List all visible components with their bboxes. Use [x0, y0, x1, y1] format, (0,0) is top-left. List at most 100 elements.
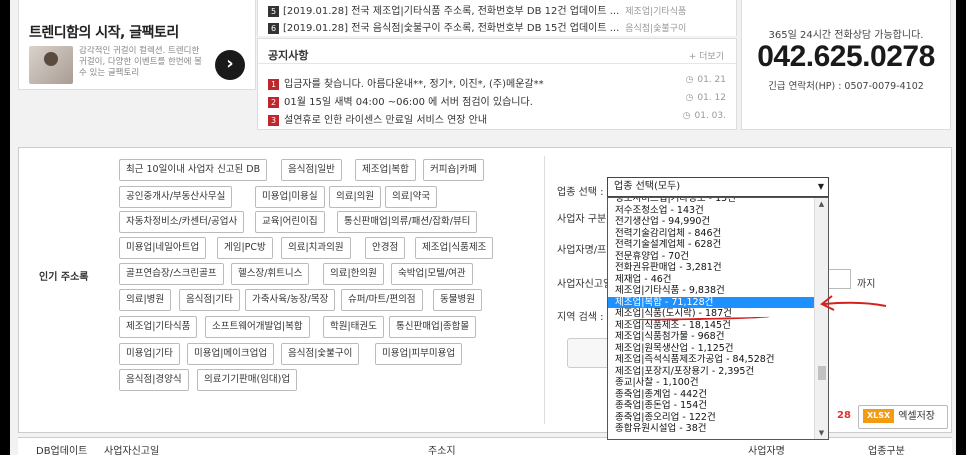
tag-button[interactable]: 의료|약국 — [385, 186, 438, 208]
notice-item[interactable]: 3 설연휴로 인한 라이센스 만료일 서비스 연장 안내 01. 03. — [268, 111, 727, 126]
phone-hours: 365일 24시간 전화상담 가능합니다. — [768, 30, 924, 41]
tag-button[interactable]: 음식점|기타 — [179, 289, 240, 311]
dropdown-option[interactable]: 전력기술감리업체 - 846건 — [608, 228, 814, 240]
tag-button[interactable]: 슈퍼/마트/편의점 — [341, 289, 423, 311]
dropdown-option[interactable]: 제조업|즉석식품제조가공업 - 84,528건 — [608, 354, 814, 366]
tag-button[interactable]: 통신판매업|의류/패션/잡화/뷰티 — [337, 211, 478, 233]
col-reg-date: 사업자신고일 — [104, 446, 160, 455]
tag-button[interactable]: 미용업|네일아트업 — [119, 237, 207, 259]
tag-button[interactable]: 의료기기판매(임대)업 — [197, 369, 298, 391]
news-text: [2019.01.28] 전국 음식점|숯불구이 주소록, 전화번호부 DB 1… — [283, 23, 620, 34]
tag-button[interactable]: 미용업|미용실 — [255, 186, 325, 208]
popular-addressbook-label: 인기 주소록 — [39, 272, 89, 283]
tag-button[interactable]: 동물병원 — [433, 289, 482, 311]
col-update: DB업데이트 — [36, 446, 88, 455]
tag-button[interactable]: 소프트웨어개발업|복합 — [205, 316, 310, 338]
result-count: 28 — [837, 410, 851, 421]
notice-more-link[interactable]: + 더보기 — [689, 49, 724, 62]
tag-button[interactable]: 제조업|식품제조 — [415, 237, 494, 259]
tag-button[interactable]: 통신판매업|종합몰 — [389, 316, 477, 338]
tag-button[interactable]: 의료|의원 — [329, 186, 382, 208]
tag-button[interactable]: 자동차정비소/카센터/공업사 — [119, 211, 245, 233]
notice-box: 공지사항 + 더보기 1 입금자를 찾습니다. 아름다운내**, 정기*, 이진*… — [257, 38, 737, 130]
news-item[interactable]: 5 [2019.01.28] 전국 제조업|기타식품 주소록, 전화번호부 DB … — [268, 2, 686, 17]
dropdown-option[interactable]: 종축업|종오리업 - 122건 — [608, 412, 814, 424]
tag-button[interactable]: 미용업|기타 — [119, 343, 180, 365]
news-category: 음식점|숯불구이 — [625, 24, 687, 34]
phone-number: 042.625.0278 — [757, 40, 935, 73]
excel-save-label: 엑셀저장 — [898, 411, 936, 422]
notice-number: 1 — [268, 78, 279, 90]
biz-type-label: 사업자 구분 — [557, 214, 607, 225]
xlsx-icon: XLSX — [863, 409, 895, 423]
dropdown-option[interactable]: 저수조청소업 - 143건 — [608, 205, 814, 217]
dropdown-option[interactable]: 종축업|종계업 - 442건 — [608, 389, 814, 401]
tag-button[interactable]: 최근 10일이내 사업자 신고된 DB — [119, 159, 268, 181]
dropdown-option[interactable]: 전기생산업 - 94,990건 — [608, 216, 814, 228]
next-arrow-icon[interactable]: › — [215, 50, 245, 80]
tag-button[interactable]: 게임|PC방 — [217, 237, 273, 259]
scrollbar-thumb[interactable] — [818, 366, 826, 380]
dropdown-option[interactable]: 제조업|식품첨가물 - 968건 — [608, 331, 814, 343]
tag-button[interactable]: 의료|치과의원 — [281, 237, 351, 259]
notice-date: 01. 03. — [683, 111, 727, 121]
panel-divider — [544, 156, 545, 424]
tag-button[interactable]: 가축사육/농장/목장 — [245, 289, 336, 311]
promo-card[interactable]: 트렌디함의 시작, 글팩토리 감각적인 귀걸이 컬렉션. 트렌디한 귀걸이, 다… — [18, 0, 256, 90]
notice-number: 2 — [268, 96, 279, 108]
dropdown-option[interactable]: 제조업|식품제조 - 18,145건 — [608, 320, 814, 332]
category-select[interactable]: 업종 선택(모두) ▼ — [607, 177, 829, 197]
biz-name-label: 사업자명/프 — [557, 245, 607, 256]
category-label: 업종 선택 : — [557, 187, 604, 198]
dropdown-option[interactable]: 전화권유판매업 - 3,281건 — [608, 262, 814, 274]
scroll-down-icon[interactable]: ▼ — [815, 427, 828, 439]
news-number: 6 — [268, 22, 279, 34]
scroll-up-icon[interactable]: ▲ — [815, 198, 828, 210]
dropdown-option[interactable]: 제조업|원목생산업 - 1,125건 — [608, 343, 814, 355]
dropdown-option[interactable]: 전문휴양업 - 70건 — [608, 251, 814, 263]
tag-button[interactable]: 안경점 — [365, 237, 406, 259]
dropdown-option[interactable]: 제조업|기타식품 - 9,838건 — [608, 285, 814, 297]
phone-contact-box: 365일 24시간 전화상담 가능합니다. 042.625.0278 긴급 연락… — [741, 0, 951, 130]
tag-button[interactable]: 음식점|일반 — [281, 159, 342, 181]
news-item[interactable]: 6 [2019.01.28] 전국 음식점|숯불구이 주소록, 전화번호부 DB … — [268, 19, 687, 34]
dropdown-option[interactable]: 제재업 - 46건 — [608, 274, 814, 286]
excel-save-button[interactable]: XLSX 엑셀저장 — [858, 405, 948, 429]
dropdown-scrollbar[interactable]: ▲ ▼ — [814, 198, 828, 439]
dropdown-option[interactable]: 전력기술설계업체 - 628건 — [608, 239, 814, 251]
col-address: 주소지 — [428, 446, 456, 455]
notice-heading: 공지사항 — [268, 49, 309, 62]
news-number: 5 — [268, 5, 279, 17]
dropdown-option[interactable]: 제조업|복합 - 71,128건 — [608, 296, 814, 308]
notice-text: 01월 15일 새벽 04:00 ~06:00 에 서버 점검이 있습니다. — [284, 97, 533, 108]
tag-button[interactable]: 제조업|기타식품 — [119, 316, 198, 338]
tag-button[interactable]: 음식점|경양식 — [119, 369, 189, 391]
notice-item[interactable]: 2 01월 15일 새벽 04:00 ~06:00 에 서버 점검이 있습니다. 0… — [268, 93, 726, 108]
tag-button[interactable]: 교육|어린이집 — [255, 211, 325, 233]
tag-button[interactable]: 공인중개사/부동산사무실 — [119, 186, 233, 208]
region-label: 지역 검색 : — [557, 312, 604, 323]
promo-description: 감각적인 귀걸이 컬렉션. 트렌디한 귀걸이, 다양한 이벤트를 한번에 볼 수… — [79, 46, 202, 78]
tag-button[interactable]: 커피숍|카페 — [423, 159, 484, 181]
tag-button[interactable]: 의료|한의원 — [323, 263, 384, 285]
tag-button[interactable]: 학원|태권도 — [323, 316, 384, 338]
tag-button[interactable]: 숙박업|모텔/여관 — [391, 263, 473, 285]
dropdown-option[interactable]: 종축업|종돈업 - 154건 — [608, 400, 814, 412]
tag-button[interactable]: 의료|병원 — [119, 289, 172, 311]
emergency-contact: 긴급 연락처(HP) : 0507-0079-4102 — [768, 81, 924, 92]
reg-date-label: 사업자신고일 — [557, 279, 613, 290]
notice-item[interactable]: 1 입금자를 찾습니다. 아름다운내**, 정기*, 이진*, (주)메운갈** 0… — [268, 75, 726, 90]
promo-title: 트렌디함의 시작, 글팩토리 — [29, 25, 179, 41]
notice-text: 입금자를 찾습니다. 아름다운내**, 정기*, 이진*, (주)메운갈** — [284, 79, 544, 90]
dropdown-option[interactable]: 정보서비스업|기타정보 - 15건 — [608, 198, 814, 205]
dropdown-option[interactable]: 종교|사찰 - 1,100건 — [608, 377, 814, 389]
tag-button[interactable]: 음식점|숯불구이 — [281, 343, 360, 365]
tag-button[interactable]: 제조업|복합 — [355, 159, 416, 181]
tag-button[interactable]: 골프연습장/스크린골프 — [119, 263, 224, 285]
dropdown-option[interactable]: 종합유원시설업 - 38건 — [608, 423, 814, 435]
red-arrow-annotation — [820, 295, 887, 311]
tag-button[interactable]: 미용업|피부미용업 — [375, 343, 463, 365]
dropdown-option[interactable]: 제조업|포장지/포장용기 - 2,395건 — [608, 366, 814, 378]
tag-button[interactable]: 미용업|메이크업업 — [187, 343, 275, 365]
tag-button[interactable]: 헬스장/휘트니스 — [231, 263, 310, 285]
